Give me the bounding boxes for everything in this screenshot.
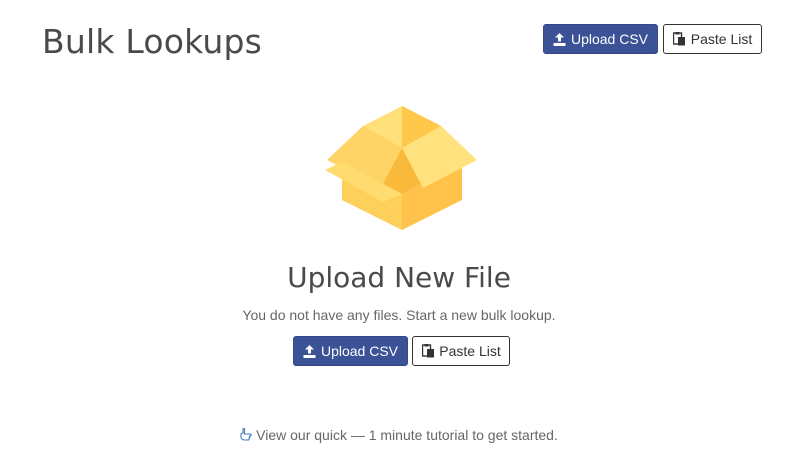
upload-csv-label: Upload CSV <box>320 343 399 359</box>
tutorial-text: View our quick — 1 minute tutorial to ge… <box>256 427 558 443</box>
upload-icon <box>553 32 567 46</box>
pointing-hand-icon <box>240 427 253 446</box>
page-title: Bulk Lookups <box>42 22 263 61</box>
upload-icon <box>303 344 317 358</box>
header-upload-csv-button[interactable]: Upload CSV <box>543 24 658 54</box>
empty-state-subtitle: You do not have any files. Start a new b… <box>242 307 556 323</box>
open-box-icon <box>323 104 481 232</box>
clipboard-icon <box>421 344 435 358</box>
tutorial-link[interactable]: View our quick — 1 minute tutorial to ge… <box>0 426 798 446</box>
header-paste-list-label: Paste List <box>690 31 753 47</box>
header-paste-list-button[interactable]: Paste List <box>663 24 762 54</box>
upload-csv-button[interactable]: Upload CSV <box>293 336 408 366</box>
paste-list-button[interactable]: Paste List <box>412 336 510 366</box>
clipboard-icon <box>673 32 687 46</box>
header-upload-csv-label: Upload CSV <box>570 31 649 47</box>
empty-state-title: Upload New File <box>287 261 511 294</box>
paste-list-label: Paste List <box>439 343 501 359</box>
